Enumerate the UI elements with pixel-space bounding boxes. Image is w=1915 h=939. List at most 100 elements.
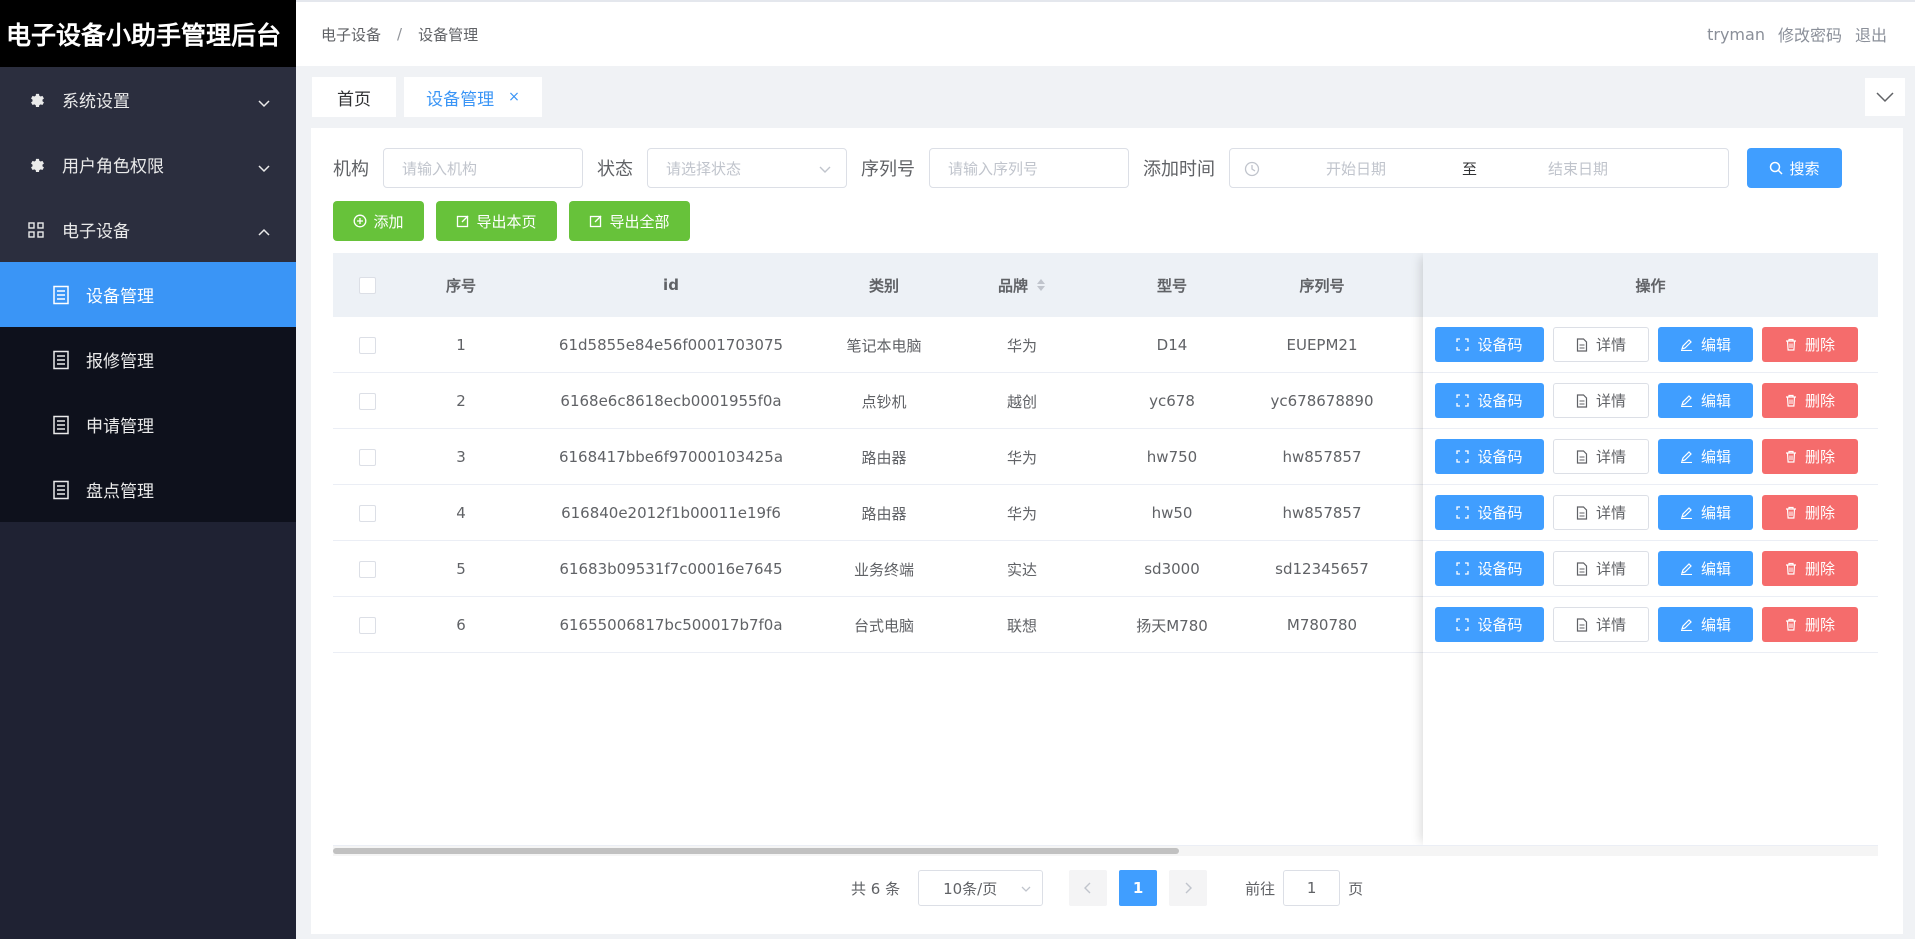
search-button[interactable]: 搜索 bbox=[1747, 148, 1842, 188]
scan-icon bbox=[1456, 450, 1470, 463]
export-all-button[interactable]: 导出全部 bbox=[569, 201, 690, 241]
sidebar-item-inventory-management[interactable]: 盘点管理 bbox=[0, 457, 296, 522]
delete-button[interactable]: 删除 bbox=[1762, 327, 1858, 362]
export-page-button[interactable]: 导出本页 bbox=[436, 201, 557, 241]
detail-label: 详情 bbox=[1595, 504, 1626, 522]
device-code-button[interactable]: 设备码 bbox=[1435, 607, 1544, 642]
end-date-placeholder[interactable]: 结束日期 bbox=[1548, 158, 1608, 179]
logout-link[interactable]: 退出 bbox=[1855, 22, 1887, 46]
edit-button[interactable]: 编辑 bbox=[1658, 439, 1753, 474]
detail-button[interactable]: 详情 bbox=[1553, 439, 1649, 474]
delete-button[interactable]: 删除 bbox=[1762, 495, 1858, 530]
goto-page-input[interactable]: 1 bbox=[1283, 870, 1341, 906]
edit-icon bbox=[1680, 563, 1692, 575]
trash-icon bbox=[1785, 562, 1796, 575]
operations-row: 设备码 详情 编辑 删除 bbox=[1423, 541, 1878, 597]
serial-input[interactable]: 请输入序列号 bbox=[929, 148, 1129, 188]
device-code-button[interactable]: 设备码 bbox=[1435, 383, 1544, 418]
edit-label: 编辑 bbox=[1700, 336, 1731, 354]
close-icon[interactable]: × bbox=[508, 89, 520, 105]
username[interactable]: tryman bbox=[1707, 25, 1765, 44]
detail-button[interactable]: 详情 bbox=[1553, 383, 1649, 418]
top-header: 电子设备 / 设备管理 tryman 修改密码 退出 bbox=[296, 0, 1915, 66]
sort-icon[interactable] bbox=[1036, 277, 1046, 293]
gear-icon bbox=[26, 90, 46, 110]
tabs-dropdown-button[interactable] bbox=[1865, 78, 1905, 116]
detail-button[interactable]: 详情 bbox=[1553, 607, 1649, 642]
edit-button[interactable]: 编辑 bbox=[1658, 383, 1753, 418]
delete-button[interactable]: 删除 bbox=[1762, 439, 1858, 474]
device-code-button[interactable]: 设备码 bbox=[1435, 495, 1544, 530]
delete-label: 删除 bbox=[1804, 448, 1835, 466]
delete-button[interactable]: 删除 bbox=[1762, 383, 1858, 418]
add-button[interactable]: 添加 bbox=[333, 201, 424, 241]
edit-label: 编辑 bbox=[1700, 616, 1731, 634]
menu-electronic-devices[interactable]: 电子设备 bbox=[0, 197, 296, 262]
next-page-button[interactable] bbox=[1169, 870, 1208, 906]
horizontal-scrollbar[interactable] bbox=[333, 846, 1878, 856]
select-all-checkbox[interactable] bbox=[358, 276, 376, 294]
device-code-button[interactable]: 设备码 bbox=[1435, 439, 1544, 474]
edit-button[interactable]: 编辑 bbox=[1658, 551, 1753, 586]
page-size-value: 10条/页 bbox=[943, 879, 998, 898]
serial-label: 序列号 bbox=[861, 159, 915, 180]
grid-icon bbox=[26, 220, 46, 240]
edit-icon bbox=[1680, 395, 1692, 407]
device-code-button[interactable]: 设备码 bbox=[1435, 551, 1544, 586]
org-input[interactable]: 请输入机构 bbox=[383, 148, 583, 188]
row-checkbox[interactable] bbox=[358, 504, 376, 522]
header-brand-label: 品牌 bbox=[997, 276, 1028, 295]
sidebar: 电子设备小助手管理后台 系统设置 用户角色权限 电子设备 设备管理 报修管理 申… bbox=[0, 0, 296, 939]
sidebar-item-repair-management[interactable]: 报修管理 bbox=[0, 327, 296, 392]
edit-label: 编辑 bbox=[1700, 560, 1731, 578]
header-brand[interactable]: 品牌 bbox=[947, 253, 1097, 317]
document-icon bbox=[1576, 337, 1588, 352]
delete-button[interactable]: 删除 bbox=[1762, 551, 1858, 586]
row-checkbox[interactable] bbox=[358, 616, 376, 634]
cell-serial: sd12345657 bbox=[1275, 560, 1369, 578]
menu-system-settings[interactable]: 系统设置 bbox=[0, 67, 296, 132]
sidebar-item-device-management[interactable]: 设备管理 bbox=[0, 262, 296, 327]
detail-button[interactable]: 详情 bbox=[1553, 551, 1649, 586]
sidebar-item-application-management[interactable]: 申请管理 bbox=[0, 392, 296, 457]
row-checkbox[interactable] bbox=[358, 560, 376, 578]
document-icon bbox=[1576, 617, 1588, 632]
delete-button[interactable]: 删除 bbox=[1762, 607, 1858, 642]
tabs-bar: 首页 设备管理 × bbox=[296, 66, 1915, 128]
cell-id: 61d5855e84e56f0001703075 bbox=[558, 336, 784, 354]
trash-icon bbox=[1785, 338, 1796, 351]
operations-column: 操作 设备码 详情 编辑 删除 设备码 详情 编辑 删除 设备码 详情 编辑 删除 设备码 详情 编辑 删除设… bbox=[1423, 253, 1878, 845]
edit-button[interactable]: 编辑 bbox=[1658, 495, 1753, 530]
page-number-current[interactable]: 1 bbox=[1119, 870, 1158, 906]
page-size-select[interactable]: 10条/页 bbox=[918, 870, 1044, 906]
status-select[interactable]: 请选择状态 bbox=[647, 148, 847, 188]
cell-category: 笔记本电脑 bbox=[846, 336, 922, 355]
date-range-picker[interactable]: 开始日期 至 结束日期 bbox=[1229, 148, 1729, 188]
detail-button[interactable]: 详情 bbox=[1553, 327, 1649, 362]
chevron-down-icon bbox=[258, 159, 270, 179]
trash-icon bbox=[1785, 618, 1796, 631]
device-code-button[interactable]: 设备码 bbox=[1435, 327, 1544, 362]
document-icon bbox=[53, 480, 69, 499]
row-checkbox[interactable] bbox=[358, 448, 376, 466]
start-date-placeholder[interactable]: 开始日期 bbox=[1326, 158, 1386, 179]
row-checkbox[interactable] bbox=[358, 336, 376, 354]
tab-device-management[interactable]: 设备管理 × bbox=[404, 77, 542, 117]
row-checkbox[interactable] bbox=[358, 392, 376, 410]
scrollbar-thumb[interactable] bbox=[333, 848, 1179, 854]
detail-button[interactable]: 详情 bbox=[1553, 495, 1649, 530]
prev-page-button[interactable] bbox=[1069, 870, 1108, 906]
menu-user-role-permission[interactable]: 用户角色权限 bbox=[0, 132, 296, 197]
edit-button[interactable]: 编辑 bbox=[1658, 607, 1753, 642]
document-icon bbox=[1576, 561, 1588, 576]
edit-button[interactable]: 编辑 bbox=[1658, 327, 1753, 362]
tab-home[interactable]: 首页 bbox=[312, 77, 396, 117]
total-count: 共 6 条 bbox=[851, 879, 901, 898]
cell-category: 业务终端 bbox=[853, 560, 914, 579]
gear-icon bbox=[26, 155, 46, 175]
breadcrumb-item[interactable]: 电子设备 bbox=[321, 24, 381, 45]
cell-id: 6168417bbe6f97000103425a bbox=[558, 448, 784, 466]
cell-id: 616840e2012f1b00011e19f6 bbox=[561, 504, 781, 522]
menu-label: 系统设置 bbox=[62, 92, 130, 112]
change-password-link[interactable]: 修改密码 bbox=[1778, 22, 1842, 46]
